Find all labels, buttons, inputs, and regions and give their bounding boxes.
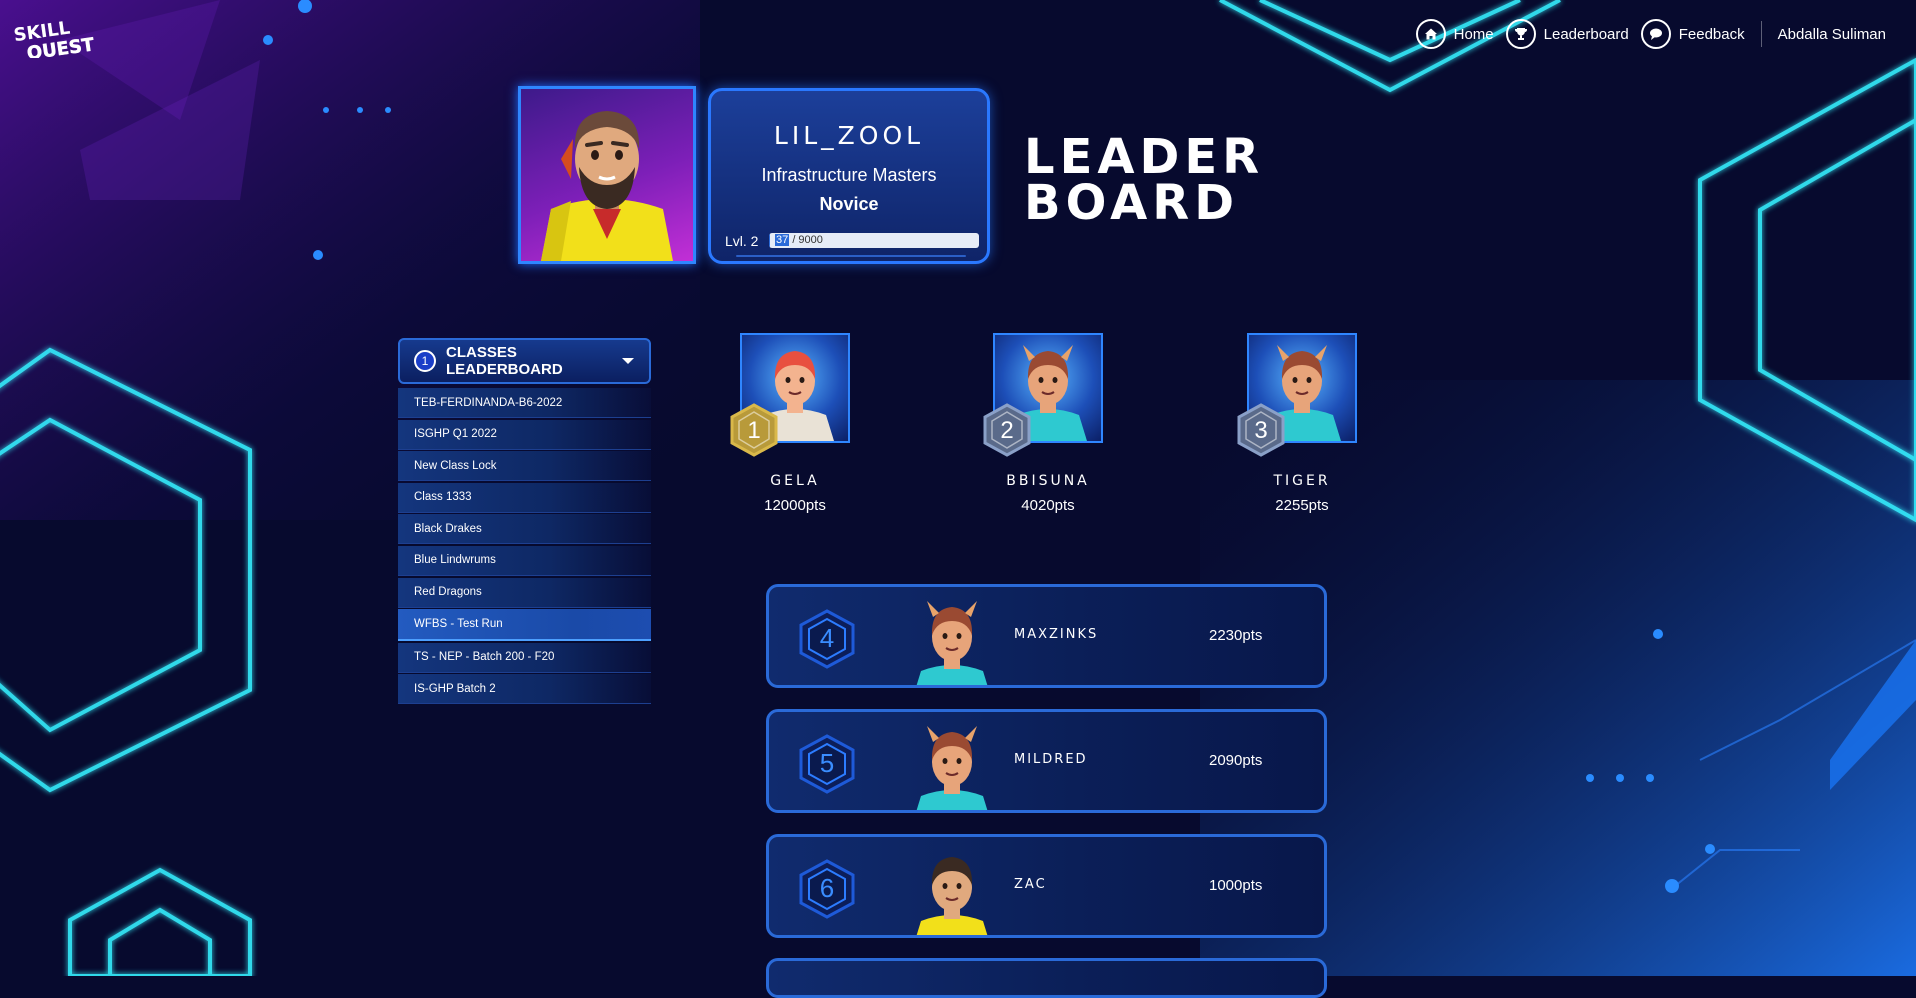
rank-row-partial[interactable] <box>766 958 1327 998</box>
dropdown-label: CLASSES LEADERBOARD <box>446 344 563 378</box>
podium-name: GELA <box>770 473 820 489</box>
top-nav: Home Leaderboard Feedback Abdalla Sulima… <box>1415 14 1886 54</box>
podium-name: TIGER <box>1273 473 1331 489</box>
podium-entry[interactable]: 1 GELA 12000pts <box>685 333 905 514</box>
rank-number-badge: 6 <box>797 859 857 924</box>
home-icon <box>1415 19 1446 49</box>
profile-card: LIL_ZOOL Infrastructure Masters Novice L… <box>708 88 990 264</box>
rank-avatar <box>899 591 999 685</box>
class-list-item[interactable]: WFBS - Test Run <box>398 609 651 642</box>
podium-entry[interactable]: 2 BBISUNA 4020pts <box>938 333 1158 514</box>
profile-card-underline <box>736 255 966 257</box>
page-title-line2: BOARD <box>1024 175 1240 231</box>
rank-row[interactable]: 4 MAXZINKS 2230pts <box>766 584 1327 688</box>
class-list-item[interactable]: IS-GHP Batch 2 <box>398 674 651 705</box>
class-list-item[interactable]: Red Dragons <box>398 577 651 608</box>
podium-name: BBISUNA <box>1006 473 1090 489</box>
nav-home-label: Home <box>1453 25 1494 43</box>
xp-text: 37 / 9000 <box>775 233 823 248</box>
rank-badge-icon: 3 <box>1236 403 1286 462</box>
nav-home[interactable]: Home <box>1415 19 1494 49</box>
rank-badge-icon: 2 <box>982 403 1032 462</box>
rank-points: 2230pts <box>1209 627 1263 644</box>
profile-class: Infrastructure Masters <box>761 165 937 185</box>
rank-avatar <box>899 716 999 810</box>
rank-row[interactable]: 6 ZAC 1000pts <box>766 834 1327 938</box>
svg-text:3: 3 <box>1254 417 1267 444</box>
chat-icon <box>1640 19 1671 49</box>
rank-row[interactable]: 5 MILDRED 2090pts <box>766 709 1327 813</box>
class-list-item[interactable]: Class 1333 <box>398 482 651 513</box>
class-list-item[interactable]: New Class Lock <box>398 451 651 482</box>
xp-total: / 9000 <box>792 234 823 246</box>
profile-username: LIL_ZOOL <box>773 121 925 150</box>
rank-name: MAXZINKS <box>1014 627 1099 642</box>
rank-number: 6 <box>819 873 835 903</box>
class-list: TEB-FERDINANDA-B6-2022 ISGHP Q1 2022 New C… <box>398 388 651 706</box>
nav-leaderboard[interactable]: Leaderboard <box>1505 19 1629 49</box>
rank-number-badge: 5 <box>797 734 857 799</box>
nav-feedback[interactable]: Feedback <box>1640 19 1745 49</box>
classes-dropdown[interactable]: 1 CLASSES LEADERBOARD <box>398 338 651 384</box>
rank-number: 5 <box>819 748 835 778</box>
page-title-line1: LEADER <box>1024 129 1265 185</box>
rank-points: 1000pts <box>1209 877 1263 894</box>
xp-progress-fill <box>769 233 770 248</box>
rank-badge-icon: 1 <box>729 403 779 462</box>
podium-points: 4020pts <box>1021 497 1075 514</box>
class-list-item[interactable]: TS - NEP - Batch 200 - F20 <box>398 642 651 673</box>
class-list-item[interactable]: Black Drakes <box>398 514 651 545</box>
podium-points: 12000pts <box>764 497 826 514</box>
nav-leaderboard-label: Leaderboard <box>1543 25 1629 43</box>
rank-points: 2090pts <box>1209 752 1263 769</box>
profile-rank: Novice <box>819 194 879 214</box>
svg-text:2: 2 <box>1000 417 1013 444</box>
xp-current: 37 <box>775 234 790 246</box>
rank-number-badge: 4 <box>797 609 857 674</box>
class-list-item[interactable]: ISGHP Q1 2022 <box>398 419 651 450</box>
profile-avatar <box>518 86 696 264</box>
profile-level: Lvl. 2 <box>725 233 759 249</box>
user-name[interactable]: Abdalla Suliman <box>1778 26 1886 43</box>
skill-quest-logo[interactable]: SKILL QUEST <box>12 14 96 65</box>
class-list-item[interactable]: Blue Lindwrums <box>398 545 651 576</box>
class-list-item[interactable]: TEB-FERDINANDA-B6-2022 <box>398 388 651 418</box>
dropdown-number-badge: 1 <box>414 350 436 372</box>
nav-feedback-label: Feedback <box>1678 25 1745 43</box>
rank-name: MILDRED <box>1014 752 1088 767</box>
rank-name: ZAC <box>1014 877 1047 892</box>
caret-down-icon <box>622 358 634 364</box>
svg-text:1: 1 <box>747 417 760 444</box>
podium-points: 2255pts <box>1275 497 1329 514</box>
podium-entry[interactable]: 3 TIGER 2255pts <box>1192 333 1412 514</box>
trophy-icon <box>1505 19 1536 49</box>
rank-avatar <box>899 841 999 935</box>
nav-divider <box>1760 21 1762 47</box>
xp-progress-bar: 37 / 9000 <box>769 233 979 248</box>
page-title: LEADER BOARD <box>1024 129 1354 231</box>
rank-number: 4 <box>819 623 835 653</box>
